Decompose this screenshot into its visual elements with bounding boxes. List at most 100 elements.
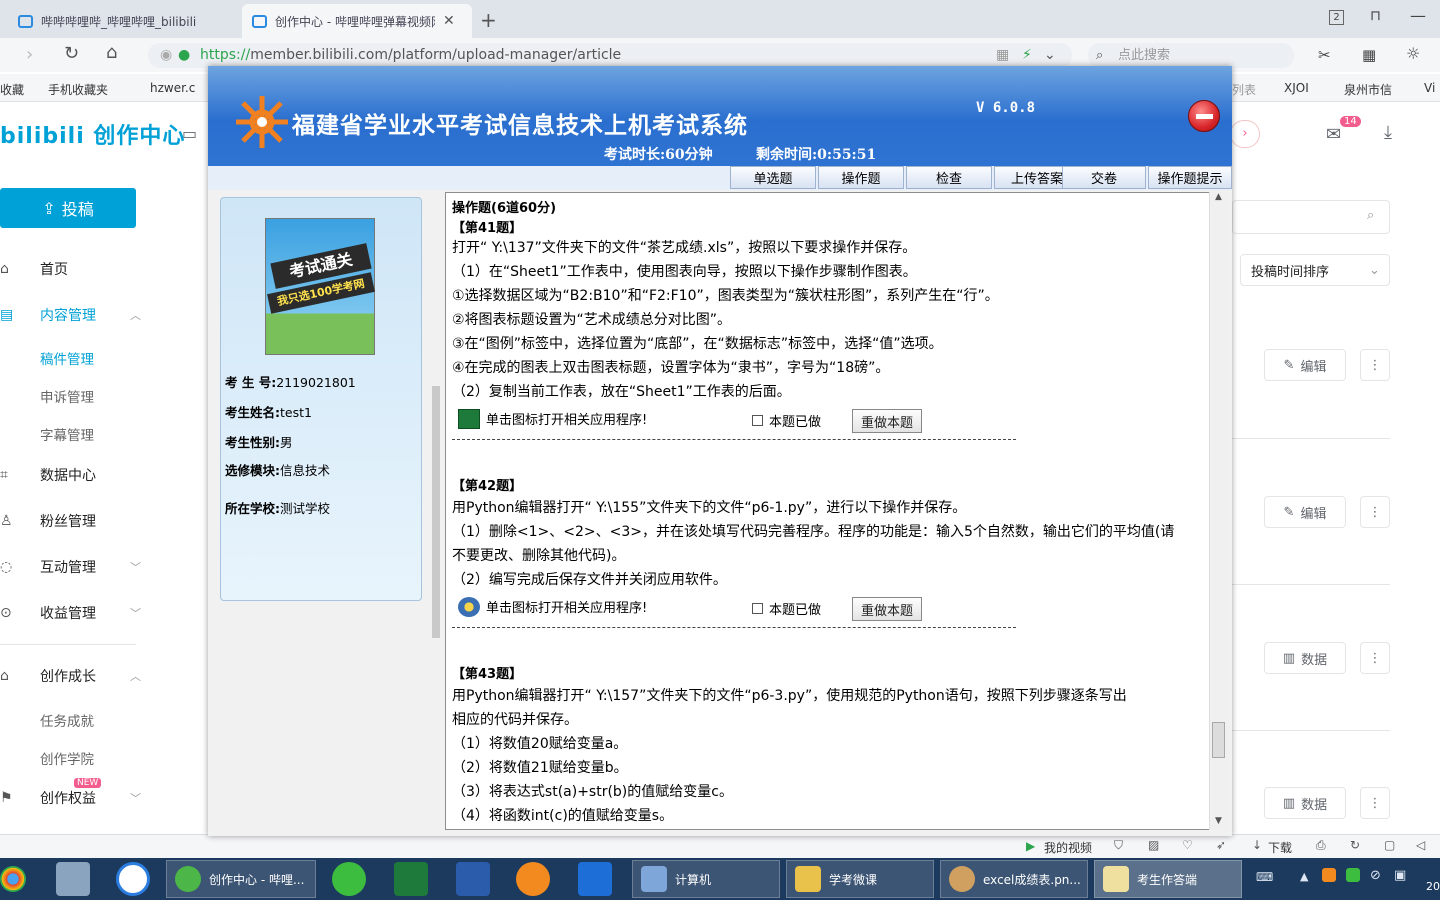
bookmark-item[interactable]: 手机收藏夹 <box>48 81 108 98</box>
bookmark-item[interactable]: XJOI <box>1284 81 1309 95</box>
download-link[interactable]: 下载 <box>1268 839 1292 856</box>
bookmark-item[interactable]: 泉州市信 <box>1344 81 1392 98</box>
window-icon[interactable]: ▢ <box>1384 838 1395 852</box>
manuscript-search-input[interactable]: ⌕ <box>1232 200 1390 234</box>
volume-muted-icon[interactable]: ⊘ <box>1370 868 1381 883</box>
more-menu-button[interactable]: ⋮ <box>1360 787 1390 819</box>
redo-button[interactable]: 重做本题 <box>852 597 922 621</box>
heart-icon[interactable]: ♡ <box>1182 838 1193 852</box>
open-app-link[interactable]: 单击图标打开相关应用程序! <box>486 597 647 616</box>
upload-button[interactable]: ⇪ 投稿 <box>0 188 136 228</box>
question-area[interactable]: 操作题(6道60分) 【第41题】 打开“ Y:\137”文件夹下的文件“茶艺成… <box>445 192 1229 830</box>
done-checkbox[interactable]: 本题已做 <box>752 599 821 618</box>
url-field[interactable]: ◉ ● https://member.bilibili.com/platform… <box>148 43 1072 68</box>
python-icon[interactable] <box>458 597 480 617</box>
scroll-down-icon[interactable]: ▼ <box>1215 816 1222 826</box>
nav-sub-tasks[interactable]: 任务成就 <box>40 710 94 730</box>
tray-app-icon[interactable] <box>1322 868 1336 882</box>
wechat-icon[interactable] <box>332 862 366 896</box>
network-icon[interactable]: ▣ <box>1394 868 1406 883</box>
browser-tab-2[interactable]: 创作中心 - 哔哩哔哩弹幕视频网 ✕ <box>242 4 472 38</box>
taskbar-item-browser[interactable]: 创作中心 - 哔哩... <box>166 860 316 898</box>
chrome-icon[interactable] <box>0 866 26 892</box>
nav-content[interactable]: ▤ 内容管理 ︿ <box>0 300 160 330</box>
menu-check[interactable]: 检查 <box>906 166 992 189</box>
download-icon[interactable]: ⤓ <box>1384 122 1392 143</box>
tv-icon[interactable]: ▭ <box>182 124 197 143</box>
nav-growth[interactable]: ⌂ 创作成长 ︿ <box>0 661 160 691</box>
nav-data[interactable]: ⌗ 数据中心 <box>0 460 160 490</box>
excel-icon[interactable] <box>458 409 480 429</box>
nav-interaction[interactable]: ◌ 互动管理 ﹀ <box>0 552 160 582</box>
nav-fans[interactable]: ♙ 粉丝管理 <box>0 506 160 536</box>
tab-count-badge[interactable]: 2 <box>1329 10 1344 25</box>
browser-tab-1[interactable]: 哔哔哔哩哔_哔哩哔哩_bilibili <box>8 4 238 38</box>
bookmark-item[interactable]: 收藏 <box>0 81 24 98</box>
speaker-icon[interactable]: ◁ <box>1416 838 1425 852</box>
close-tab-icon[interactable]: ✕ <box>443 13 455 29</box>
shirt-icon[interactable]: ⊓ <box>1370 8 1381 24</box>
nav-sub-manuscripts[interactable]: 稿件管理 <box>40 348 94 368</box>
edit-button[interactable]: ✎ 编辑 <box>1264 349 1346 381</box>
data-button[interactable]: ▥ 数据 <box>1264 642 1346 674</box>
redo-button[interactable]: 重做本题 <box>852 409 922 433</box>
chevron-down-icon[interactable]: ⌄ <box>1044 43 1056 68</box>
shield-icon[interactable]: ⛉ <box>1114 838 1123 853</box>
tray-security-icon[interactable] <box>1346 868 1360 882</box>
nav-sub-subtitles[interactable]: 字幕管理 <box>40 424 94 444</box>
done-checkbox[interactable]: 本题已做 <box>752 411 821 430</box>
bilibili-logo[interactable]: bilibili 创作中心 <box>0 118 185 150</box>
mail-icon[interactable]: ✉ <box>1326 124 1341 145</box>
bolt-icon[interactable]: ⚡ <box>1022 43 1032 68</box>
app-grid-icon[interactable] <box>578 862 612 896</box>
app-orange-icon[interactable] <box>516 862 550 896</box>
splitter-scrollbar[interactable] <box>432 386 440 638</box>
baidu-netdisk-icon[interactable] <box>116 862 150 896</box>
new-tab-button[interactable]: + <box>480 8 497 32</box>
exam-close-icon[interactable] <box>1188 100 1220 132</box>
word-icon[interactable] <box>456 862 490 896</box>
data-button[interactable]: ▥ 数据 <box>1264 787 1346 819</box>
keyboard-icon[interactable]: ⌨ <box>1256 870 1273 884</box>
more-menu-button[interactable]: ⋮ <box>1360 642 1390 674</box>
theme-icon[interactable]: ☼ <box>1406 44 1420 63</box>
open-app-link[interactable]: 单击图标打开相关应用程序! <box>486 409 647 428</box>
bookmark-item[interactable]: hzwer.c <box>150 81 195 95</box>
menu-submit[interactable]: 交卷 <box>1062 166 1146 189</box>
more-menu-button[interactable]: ⋮ <box>1360 349 1390 381</box>
refresh-icon[interactable]: ↻ <box>1350 838 1360 852</box>
rocket-icon[interactable]: ➶ <box>1216 838 1226 852</box>
taskbar-item-exam-client[interactable]: 考生作答端 <box>1094 860 1242 898</box>
apps-icon[interactable]: ▦ <box>1362 46 1376 64</box>
more-menu-button[interactable]: ⋮ <box>1360 496 1390 528</box>
nav-sub-academy[interactable]: 创作学院 <box>40 748 94 768</box>
excel-icon[interactable] <box>394 862 428 896</box>
grid-icon[interactable]: ▦ <box>996 43 1009 68</box>
browser-search-input[interactable]: ⌕ 点此搜索 <box>1088 43 1294 68</box>
sort-select[interactable]: 投稿时间排序 ⌄ <box>1240 254 1390 286</box>
forward-icon[interactable]: › <box>26 44 33 65</box>
reload-icon[interactable]: ↻ <box>64 43 79 64</box>
home-icon[interactable]: ⌂ <box>106 42 117 63</box>
tray-up-icon[interactable]: ▲ <box>1300 870 1308 883</box>
bookmark-item[interactable]: Vi <box>1424 81 1435 95</box>
clock[interactable]: 20 <box>1426 880 1440 893</box>
image-icon[interactable]: ▨ <box>1148 838 1159 852</box>
menu-operation-hint[interactable]: 操作题提示 <box>1148 166 1232 189</box>
edit-button[interactable]: ✎ 编辑 <box>1264 496 1346 528</box>
scissors-icon[interactable]: ✂ <box>1318 46 1331 64</box>
printer-icon[interactable]: ⎙ <box>1316 838 1326 853</box>
minimize-button[interactable]: — <box>1410 6 1426 25</box>
nav-home[interactable]: ⌂ 首页 <box>0 254 160 284</box>
scroll-up-icon[interactable]: ▲ <box>1215 192 1222 202</box>
menu-single-choice[interactable]: 单选题 <box>730 166 816 189</box>
taskbar-item-paint[interactable]: excel成绩表.pn... <box>940 860 1088 898</box>
scrollbar-thumb[interactable] <box>1212 722 1225 758</box>
photo-app-icon[interactable] <box>56 862 90 896</box>
my-videos-link[interactable]: 我的视频 <box>1044 839 1092 856</box>
bookmark-item[interactable]: 列表 <box>1232 81 1256 98</box>
next-arrow-button[interactable]: › <box>1230 120 1260 148</box>
nav-income[interactable]: ⊙ 收益管理 ﹀ <box>0 598 160 628</box>
taskbar-item-folder[interactable]: 学考微课 <box>786 860 934 898</box>
nav-sub-appeals[interactable]: 申诉管理 <box>40 386 94 406</box>
